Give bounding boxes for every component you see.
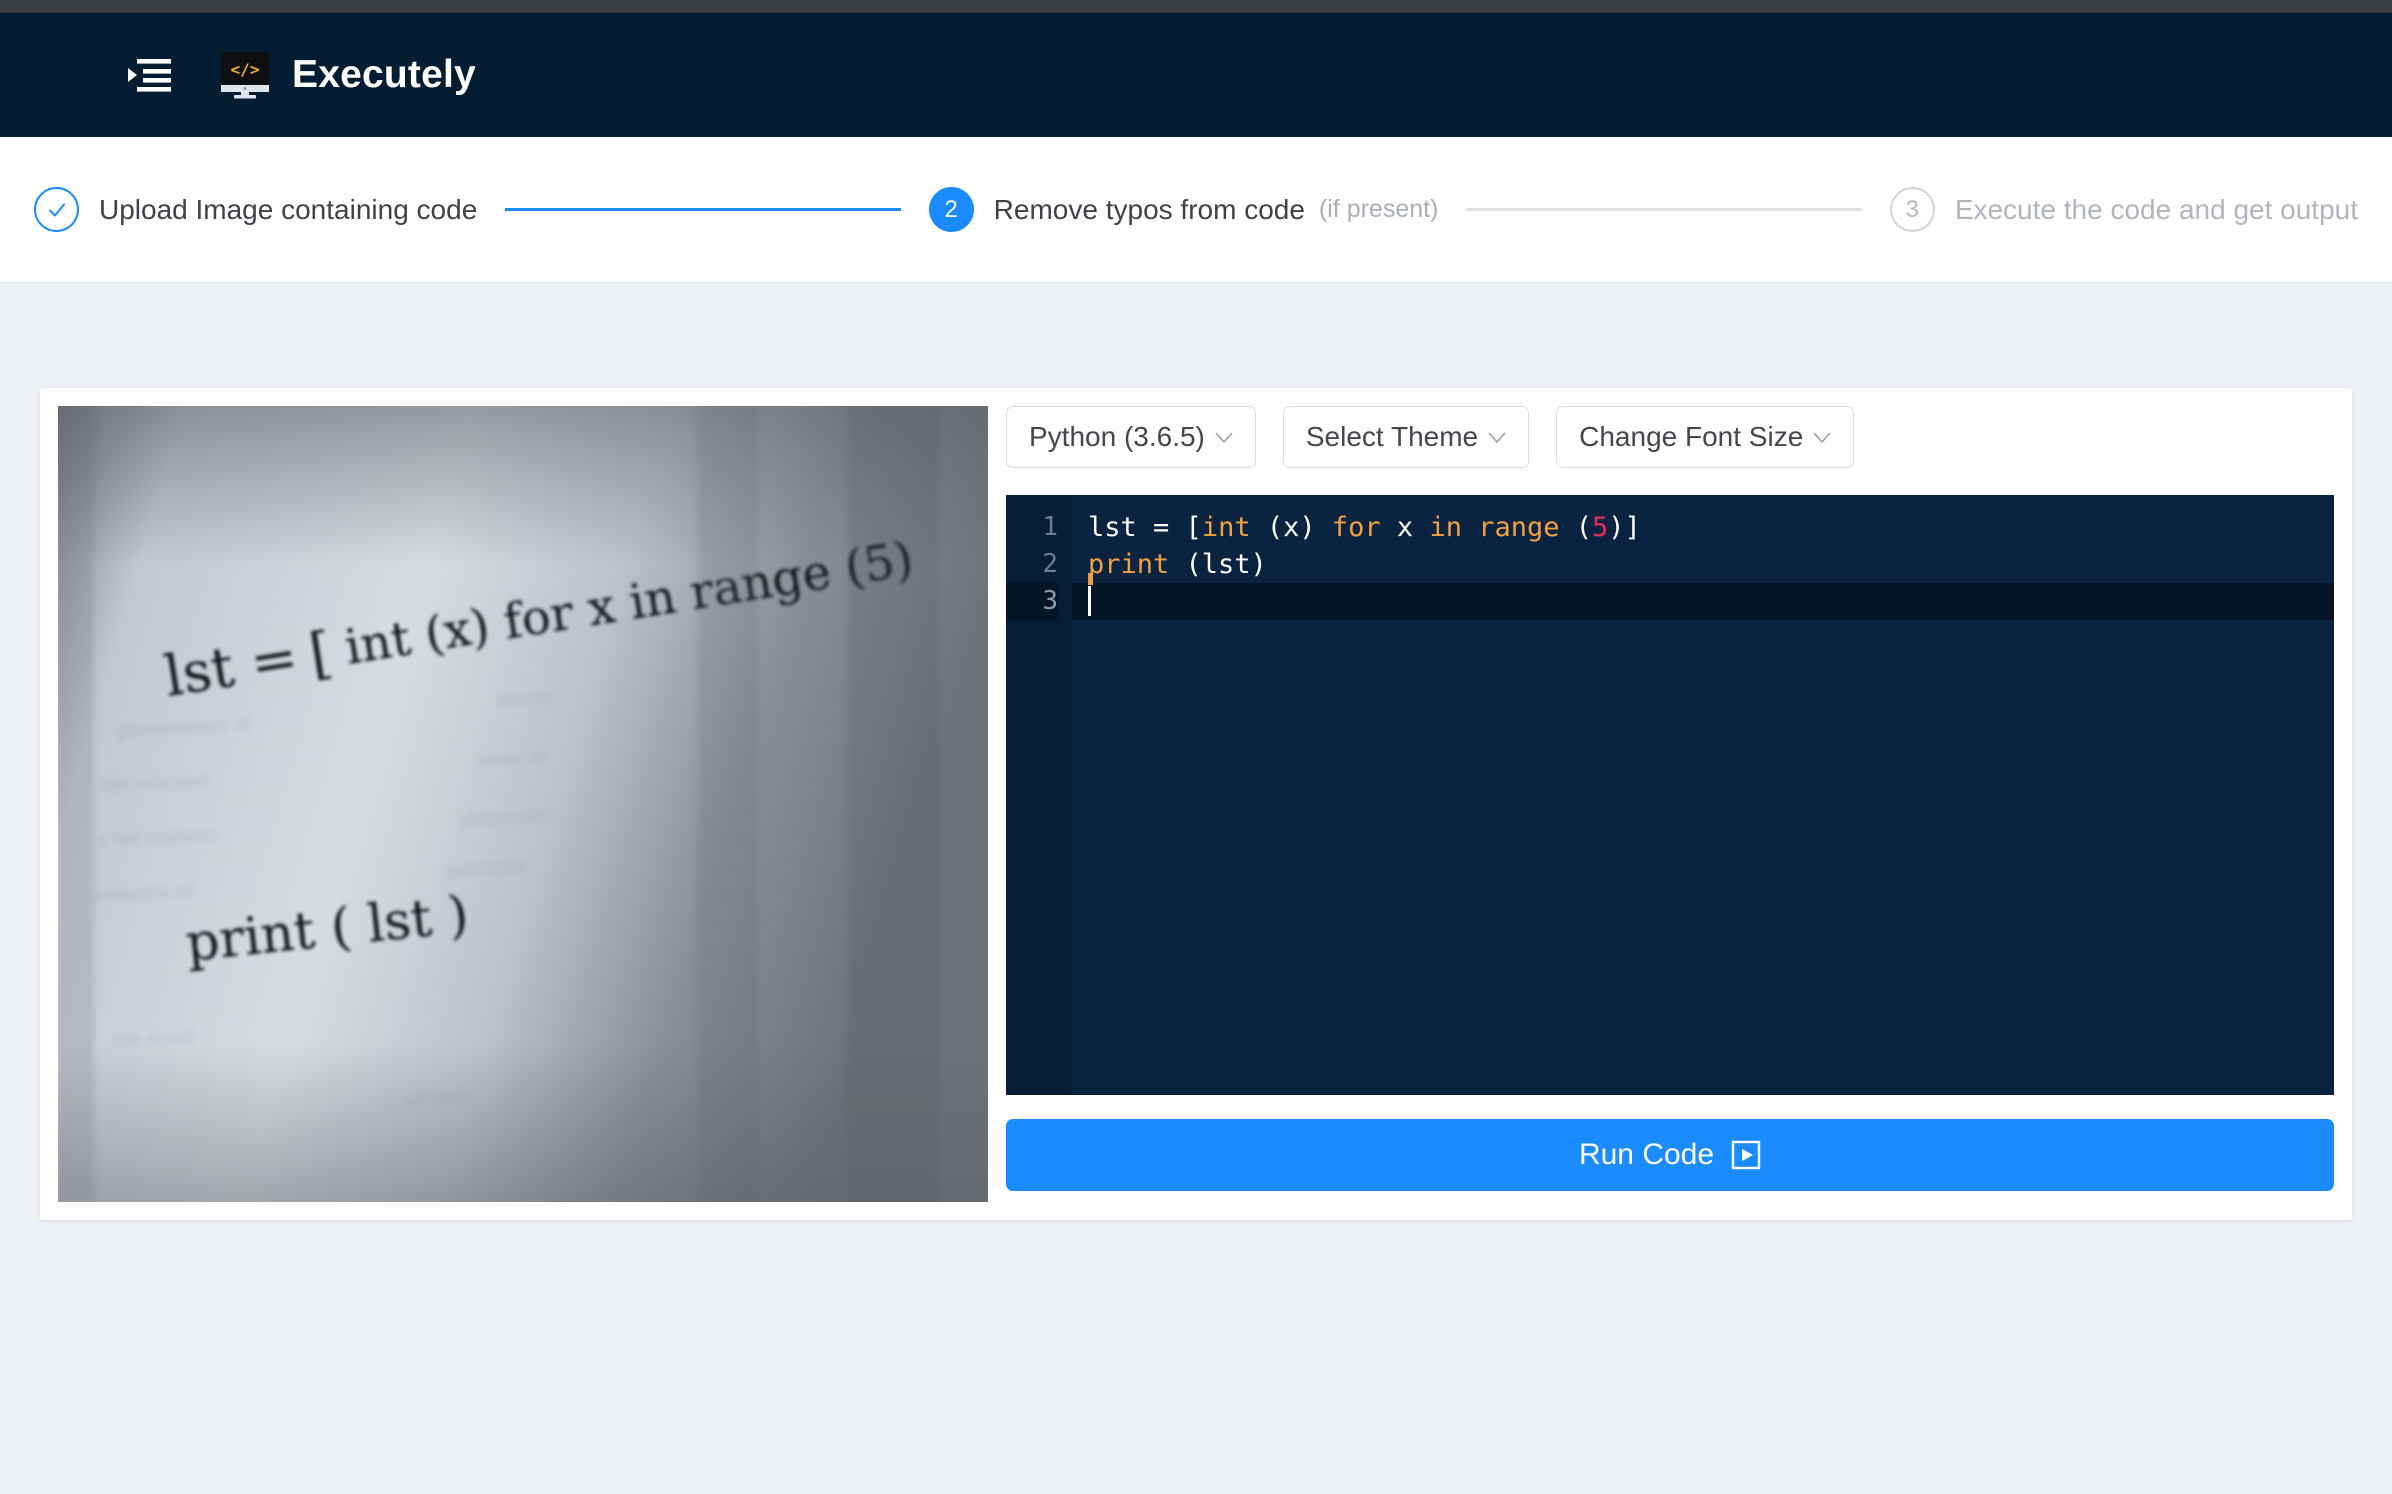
code-token: print	[1088, 549, 1170, 580]
code-line-active	[1072, 583, 2334, 620]
svg-text:are equal: are equal	[112, 1027, 194, 1051]
line-number: 1	[1042, 512, 1058, 542]
step-2-label: Remove typos from code	[993, 193, 1305, 225]
language-select-label: Python (3.6.5)	[1029, 421, 1205, 452]
step-3-bullet: 3	[1889, 187, 1935, 232]
editor-panel: Python (3.6.5) Select Theme Change Font …	[1006, 406, 2334, 1202]
line-number: 3	[1006, 583, 1058, 620]
code-token: 5	[1592, 512, 1609, 543]
step-connector-1	[505, 208, 901, 211]
font-size-select-label: Change Font Size	[1579, 421, 1804, 452]
monitor-code-icon: </>	[221, 52, 269, 99]
step-connector-2	[1466, 208, 1862, 211]
code-token: [	[1185, 512, 1202, 543]
font-size-select[interactable]: Change Font Size	[1556, 406, 1855, 468]
cursor-marker	[1088, 573, 1093, 585]
theme-select[interactable]: Select Theme	[1282, 406, 1530, 468]
run-code-label: Run Code	[1578, 1138, 1715, 1171]
step-2-bullet: 2	[928, 187, 974, 232]
text-cursor	[1088, 586, 1091, 616]
chevron-down-icon	[1813, 431, 1831, 443]
line-number: 2	[1042, 549, 1058, 579]
progress-stepper: Upload Image containing code 2 Remove ty…	[0, 137, 2392, 283]
uploaded-code-photo[interactable]: phenomenon of the sets and a list contai…	[58, 406, 988, 1202]
brand[interactable]: </> Executely	[219, 51, 476, 99]
language-select[interactable]: Python (3.6.5)	[1006, 406, 1256, 468]
code-token: (x)	[1250, 512, 1332, 543]
app-title: Executely	[292, 53, 476, 96]
line-number-gutter: 1 2 3	[1006, 495, 1072, 1095]
step-upload-image[interactable]: Upload Image containing code	[34, 187, 477, 232]
step-3-label: Execute the code and get output	[1954, 193, 2359, 225]
code-token: in	[1429, 512, 1462, 543]
page-body: phenomenon of the sets and a list contai…	[0, 283, 2392, 1494]
workspace-card: phenomenon of the sets and a list contai…	[40, 388, 2352, 1220]
svg-text:theory: theory	[497, 687, 554, 711]
code-line: lst = [int (x) for x in range (5)]	[1072, 509, 2334, 546]
play-in-box-icon	[1731, 1140, 1761, 1170]
step-1-bullet	[34, 187, 79, 232]
code-token: (	[1559, 512, 1593, 543]
indent-list-icon	[128, 59, 171, 92]
code-token: range	[1478, 512, 1560, 543]
svg-text:</>: </>	[231, 60, 260, 79]
code-token: lst	[1088, 512, 1154, 543]
code-token: )]	[1608, 512, 1641, 543]
handwritten-code-image: phenomenon of the sets and a list contai…	[58, 406, 988, 1202]
run-code-button[interactable]: Run Code	[1006, 1119, 2334, 1191]
code-token: for	[1331, 512, 1381, 543]
theme-select-label: Select Theme	[1305, 421, 1479, 452]
code-token: int	[1201, 512, 1251, 543]
check-icon	[48, 203, 65, 216]
code-text-area[interactable]: lst = [int (x) for x in range (5)] print…	[1072, 495, 2334, 1095]
chevron-down-icon	[1488, 431, 1506, 443]
chevron-down-icon	[1215, 431, 1233, 443]
code-line: print (lst)	[1072, 546, 2334, 583]
code-token: =	[1153, 512, 1186, 543]
step-execute-code[interactable]: 3 Execute the code and get output	[1889, 187, 2359, 232]
browser-chrome-strip	[0, 0, 2392, 13]
step-1-label: Upload Image containing code	[99, 193, 478, 225]
app-header: </> Executely	[0, 13, 2392, 137]
menu-toggle-button[interactable]	[118, 47, 180, 103]
code-editor[interactable]: 1 2 3 lst = [int (x) for x in range (5)]…	[1006, 495, 2334, 1095]
code-token: (lst)	[1169, 549, 1267, 580]
editor-toolbar: Python (3.6.5) Select Theme Change Font …	[1006, 406, 2334, 468]
code-token: x	[1380, 512, 1430, 543]
step-remove-typos[interactable]: 2 Remove typos from code (if present)	[928, 187, 1439, 232]
step-2-sublabel: (if present)	[1318, 195, 1439, 223]
